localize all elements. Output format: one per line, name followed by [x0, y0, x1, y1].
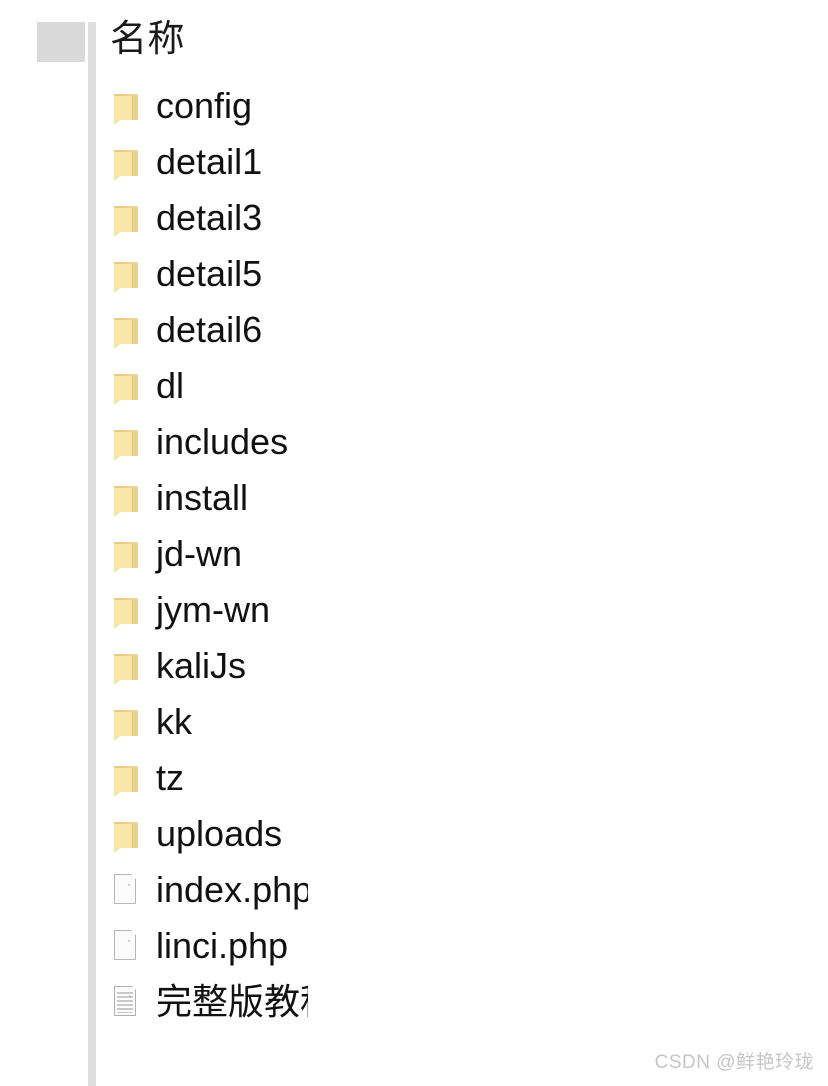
list-item-label: kk — [156, 701, 192, 742]
list-item-label: detail3 — [156, 197, 263, 238]
list-item[interactable]: dl — [112, 358, 308, 414]
list-item[interactable]: jym-wn — [112, 582, 308, 638]
folder-icon — [112, 259, 142, 293]
list-item-label: includes — [156, 421, 289, 462]
folder-icon — [112, 707, 142, 741]
list-item-label: tz — [156, 757, 185, 798]
list-item-label: detail6 — [156, 309, 263, 350]
list-item[interactable]: index.php — [112, 862, 308, 918]
column-divider[interactable] — [88, 22, 96, 1086]
list-item[interactable]: kaliJs — [112, 638, 308, 694]
list-item[interactable]: config — [112, 78, 308, 134]
folder-icon — [112, 203, 142, 237]
list-item[interactable]: kk — [112, 694, 308, 750]
folder-icon — [112, 539, 142, 573]
list-item[interactable]: linci.php — [112, 918, 308, 974]
column-header-label: 名称 — [110, 17, 185, 59]
list-item[interactable]: 完整版教程 — [112, 974, 308, 1030]
list-item-label: linci.php — [156, 925, 289, 966]
list-item-label: detail5 — [156, 253, 263, 294]
folder-icon — [112, 427, 142, 461]
list-item[interactable]: detail6 — [112, 302, 308, 358]
list-item[interactable]: includes — [112, 414, 308, 470]
folder-icon — [112, 483, 142, 517]
folder-icon — [112, 819, 142, 853]
list-item[interactable]: install — [112, 470, 308, 526]
list-item-label: detail1 — [156, 141, 263, 182]
list-item[interactable]: uploads — [112, 806, 308, 862]
list-item-label: index.php — [156, 869, 308, 910]
column-header-name[interactable]: 名称 — [110, 14, 185, 62]
list-item-label: dl — [156, 365, 185, 406]
text-document-icon — [112, 985, 142, 1019]
list-item-label: jym-wn — [156, 589, 270, 630]
file-list: config detail1 detail3 detail5 detail6 dl incl… — [112, 78, 308, 1030]
list-item-label: install — [156, 477, 249, 518]
list-item[interactable]: detail1 — [112, 134, 308, 190]
file-icon — [112, 873, 142, 907]
list-item-label: uploads — [156, 813, 283, 854]
list-item[interactable]: tz — [112, 750, 308, 806]
list-item-label: config — [156, 85, 253, 126]
folder-icon — [112, 595, 142, 629]
column-header-stub[interactable] — [37, 22, 85, 62]
folder-icon — [112, 315, 142, 349]
list-item-label: jd-wn — [156, 533, 243, 574]
list-item[interactable]: jd-wn — [112, 526, 308, 582]
list-item-label: 完整版教程 — [156, 981, 308, 1022]
list-item[interactable]: detail3 — [112, 190, 308, 246]
folder-icon — [112, 371, 142, 405]
folder-icon — [112, 651, 142, 685]
folder-icon — [112, 147, 142, 181]
folder-icon — [112, 91, 142, 125]
vertical-scrollbar-track[interactable] — [800, 0, 828, 1086]
file-icon — [112, 929, 142, 963]
list-item[interactable]: detail5 — [112, 246, 308, 302]
folder-icon — [112, 763, 142, 797]
csdn-watermark: CSDN @鲜艳玲珑 — [654, 1052, 814, 1073]
list-item-label: kaliJs — [156, 645, 247, 686]
